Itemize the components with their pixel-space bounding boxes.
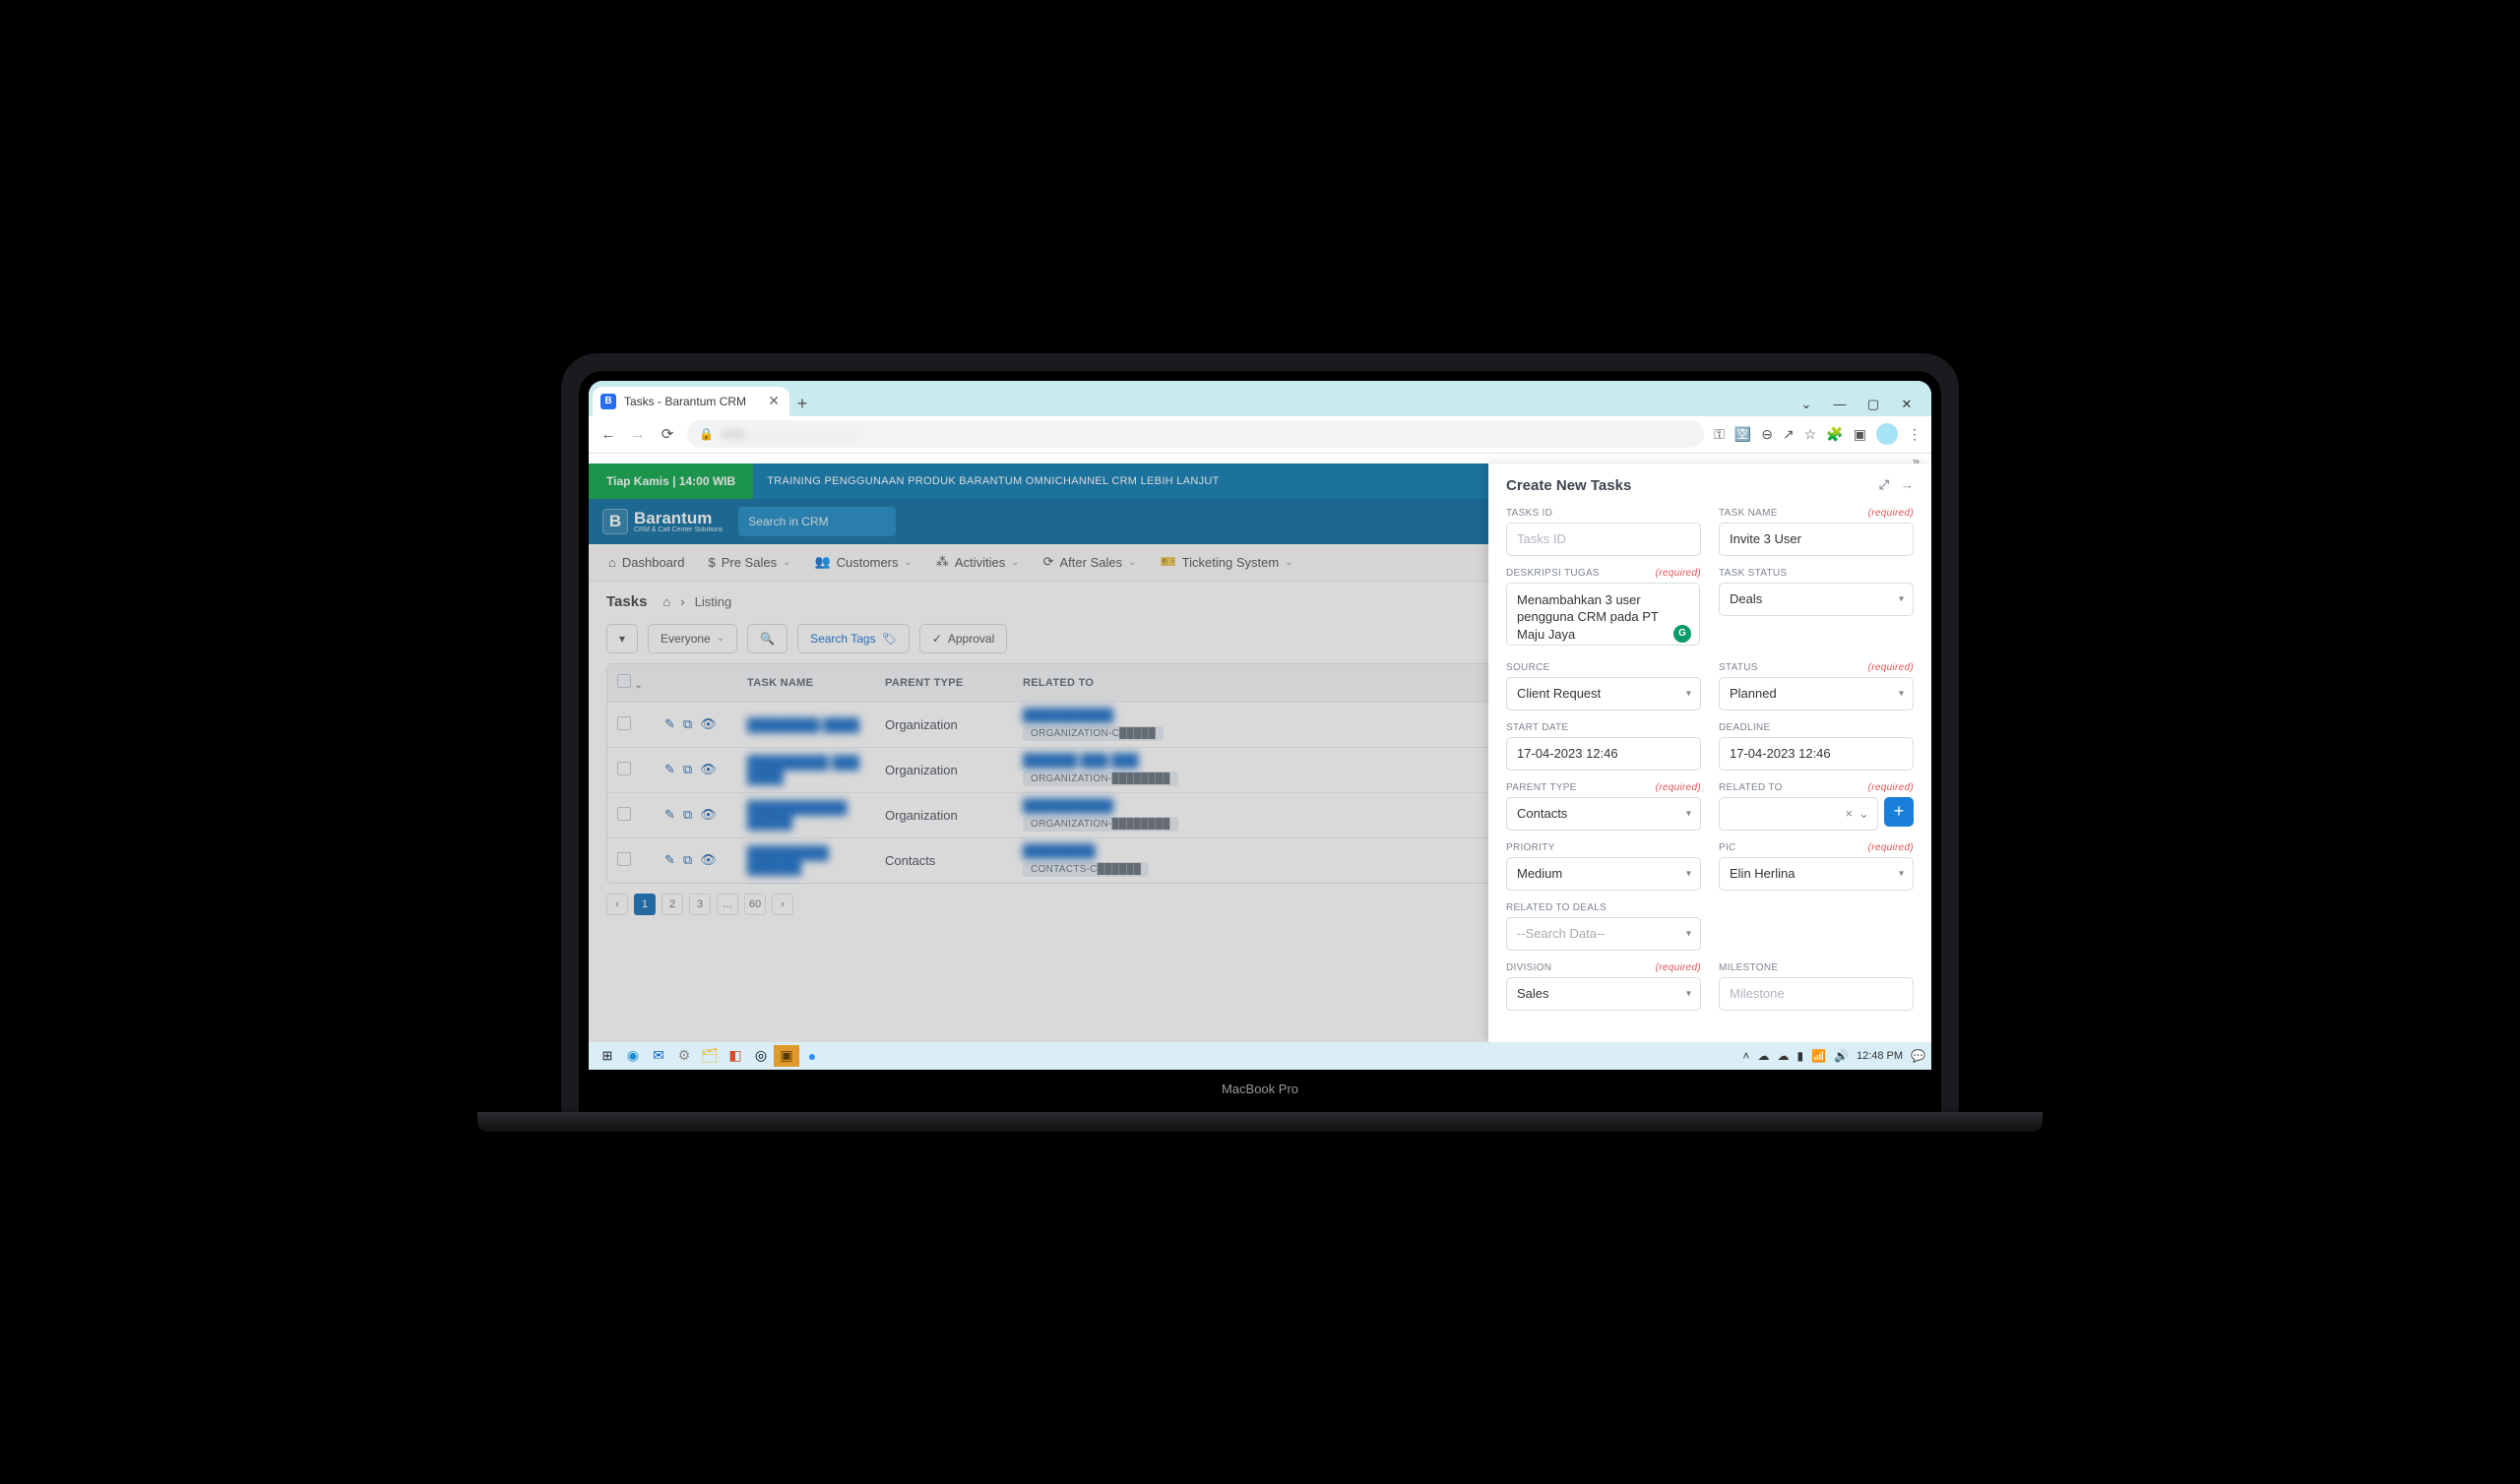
source-select[interactable]	[1506, 677, 1701, 711]
new-tab-button[interactable]: +	[789, 395, 815, 416]
close-panel-icon[interactable]: →	[1901, 477, 1914, 493]
share-icon[interactable]: ↗	[1783, 426, 1795, 443]
clear-icon[interactable]: ×	[1846, 806, 1854, 821]
lbl-deskripsi: DESKRIPSI TUGAS	[1506, 568, 1600, 579]
sidepanel-icon[interactable]: ▣	[1854, 426, 1866, 443]
star-icon[interactable]: ☆	[1804, 426, 1817, 443]
lbl-parent-type: PARENT TYPE	[1506, 782, 1577, 793]
minimize-button[interactable]: —	[1825, 397, 1855, 412]
lbl-related-deals: RELATED TO DEALS	[1506, 902, 1606, 913]
battery-icon[interactable]: ▮	[1796, 1049, 1803, 1063]
lbl-tasks-id: TASKS ID	[1506, 508, 1552, 519]
url-text: crm..........................	[722, 427, 855, 441]
milestone-input[interactable]	[1719, 977, 1914, 1011]
onedrive-icon[interactable]: ☁	[1757, 1049, 1769, 1063]
add-related-button[interactable]: +	[1884, 797, 1914, 827]
pic-select[interactable]	[1719, 857, 1914, 891]
zoom-icon[interactable]: ●	[799, 1045, 825, 1067]
windows-taskbar: ⊞ ◉ ✉ ⚙ 🗂 ◧ ◎ ▣ ● ˄ ☁ ☁ ▮ 📶 🔊	[589, 1042, 1931, 1070]
create-task-panel: Create New Tasks ⤢ → TASKS ID	[1488, 464, 1931, 1042]
chevron-down-icon[interactable]: ⌄	[1858, 806, 1869, 822]
reload-icon[interactable]: ⟳	[658, 425, 677, 443]
kebab-menu-icon[interactable]: ⋮	[1908, 426, 1922, 443]
key-icon[interactable]: ⚿	[1714, 426, 1725, 443]
clock[interactable]: 12:48 PM	[1857, 1050, 1903, 1062]
translate-icon[interactable]: 🈳	[1734, 426, 1751, 443]
nav-forward-icon[interactable]: →	[628, 426, 648, 443]
related-to-input[interactable]: × ⌄	[1719, 797, 1878, 831]
edge-icon[interactable]: ◉	[620, 1045, 646, 1067]
task-name-input[interactable]	[1719, 523, 1914, 556]
close-tab-icon[interactable]: ✕	[768, 393, 780, 409]
bookmark-overflow[interactable]: »	[589, 454, 1931, 464]
start-date-input[interactable]	[1506, 737, 1701, 771]
extensions-icon[interactable]: 🧩	[1826, 426, 1843, 443]
lbl-milestone: MILESTONE	[1719, 962, 1778, 973]
cloud-icon[interactable]: ☁	[1777, 1049, 1789, 1063]
omnibox[interactable]: 🔒 crm..........................	[687, 420, 1704, 448]
lbl-deadline: DEADLINE	[1719, 722, 1770, 733]
division-select[interactable]	[1506, 977, 1701, 1011]
expand-icon[interactable]: ⤢	[1879, 477, 1889, 493]
tab-search-icon[interactable]: ⌄	[1792, 397, 1821, 412]
browser-tab[interactable]: B Tasks - Barantum CRM ✕	[593, 387, 789, 416]
favicon-icon: B	[600, 394, 616, 409]
settings-icon[interactable]: ⚙	[671, 1045, 697, 1067]
lbl-task-name: TASK NAME	[1719, 508, 1778, 519]
lbl-start-date: START DATE	[1506, 722, 1568, 733]
lbl-task-status: TASK STATUS	[1719, 568, 1787, 579]
tasks-id-input[interactable]	[1506, 523, 1701, 556]
powerpoint-icon[interactable]: ◧	[723, 1045, 748, 1067]
notifications-icon[interactable]: 💬	[1911, 1049, 1925, 1063]
status-select[interactable]	[1719, 677, 1914, 711]
address-bar: ← → ⟳ 🔒 crm.......................... ⚿ …	[589, 416, 1931, 454]
profile-avatar[interactable]	[1876, 423, 1898, 445]
laptop-base	[477, 1112, 2043, 1132]
zoom-icon[interactable]: ⊖	[1761, 426, 1773, 443]
nav-back-icon[interactable]: ←	[598, 426, 618, 443]
mail-icon[interactable]: ✉	[646, 1045, 671, 1067]
start-button[interactable]: ⊞	[595, 1045, 620, 1067]
panel-title: Create New Tasks	[1506, 477, 1631, 494]
explorer-icon[interactable]: 🗂	[697, 1045, 723, 1067]
chrome-icon[interactable]: ◎	[748, 1045, 774, 1067]
priority-select[interactable]	[1506, 857, 1701, 891]
tab-title: Tasks - Barantum CRM	[624, 395, 746, 408]
lock-icon: 🔒	[699, 427, 714, 441]
lbl-source: SOURCE	[1506, 662, 1550, 673]
device-label: MacBook Pro	[589, 1070, 1931, 1102]
close-window-button[interactable]: ✕	[1892, 397, 1922, 412]
parent-type-select[interactable]	[1506, 797, 1701, 831]
lbl-division: DIVISION	[1506, 962, 1551, 973]
lbl-related-to: RELATED TO	[1719, 782, 1783, 793]
lbl-status: STATUS	[1719, 662, 1758, 673]
deadline-input[interactable]	[1719, 737, 1914, 771]
lbl-priority: PRIORITY	[1506, 842, 1555, 853]
app-icon[interactable]: ▣	[774, 1045, 799, 1067]
task-status-select[interactable]	[1719, 583, 1914, 616]
lbl-pic: PIC	[1719, 842, 1736, 853]
browser-tab-strip: B Tasks - Barantum CRM ✕ + ⌄ — ▢ ✕	[589, 381, 1931, 416]
tray-expand-icon[interactable]: ˄	[1742, 1049, 1749, 1063]
maximize-button[interactable]: ▢	[1858, 397, 1888, 412]
volume-icon[interactable]: 🔊	[1834, 1049, 1849, 1063]
grammarly-icon[interactable]: G	[1673, 625, 1691, 643]
wifi-icon[interactable]: 📶	[1811, 1049, 1826, 1063]
related-deals-select[interactable]	[1506, 917, 1701, 951]
deskripsi-textarea[interactable]: Menambahkan 3 user pengguna CRM pada PT …	[1506, 583, 1700, 646]
